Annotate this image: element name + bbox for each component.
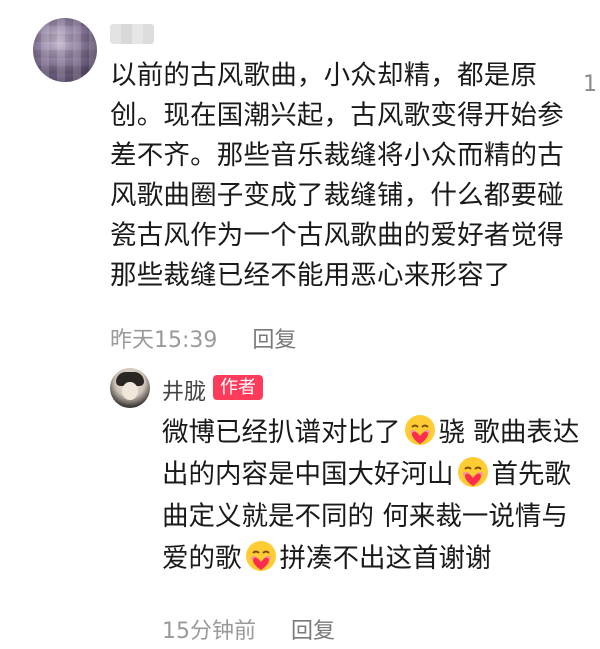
- comment-reply-button[interactable]: 回复: [252, 328, 296, 353]
- like-count[interactable]: 1: [583, 72, 597, 97]
- reply-segment-4: 拼凑不出这首谢谢: [279, 543, 492, 574]
- heart-hug-emoji-icon: [457, 457, 488, 487]
- heart-hug-emoji-icon: [404, 415, 435, 445]
- commenter-username-blurred[interactable]: [110, 24, 154, 44]
- comment-time: 昨天15:39: [110, 328, 218, 353]
- reply-meta: 15分钟前 回复: [162, 613, 335, 645]
- reply-username[interactable]: 井胧: [162, 374, 206, 406]
- reply-segment-1: 微博已经扒谱对比了: [162, 417, 401, 448]
- author-badge: 作者: [213, 375, 263, 400]
- reply-reply-button[interactable]: 回复: [291, 619, 335, 644]
- comment-text: 以前的古风歌曲，小众却精，都是原创。现在国潮兴起，古风歌变得开始参差不齐。那些音…: [110, 60, 564, 291]
- reply-avatar[interactable]: [110, 368, 150, 408]
- reply-text: 微博已经扒谱对比了骁 歌曲表达出的内容是中国大好河山 首先歌曲定义就是不同的 何来…: [162, 412, 582, 580]
- commenter-avatar[interactable]: [33, 18, 97, 82]
- comment-meta: 昨天15:39 回复: [110, 322, 296, 354]
- reply-time: 15分钟前: [162, 619, 256, 644]
- heart-hug-emoji-icon: [245, 541, 276, 571]
